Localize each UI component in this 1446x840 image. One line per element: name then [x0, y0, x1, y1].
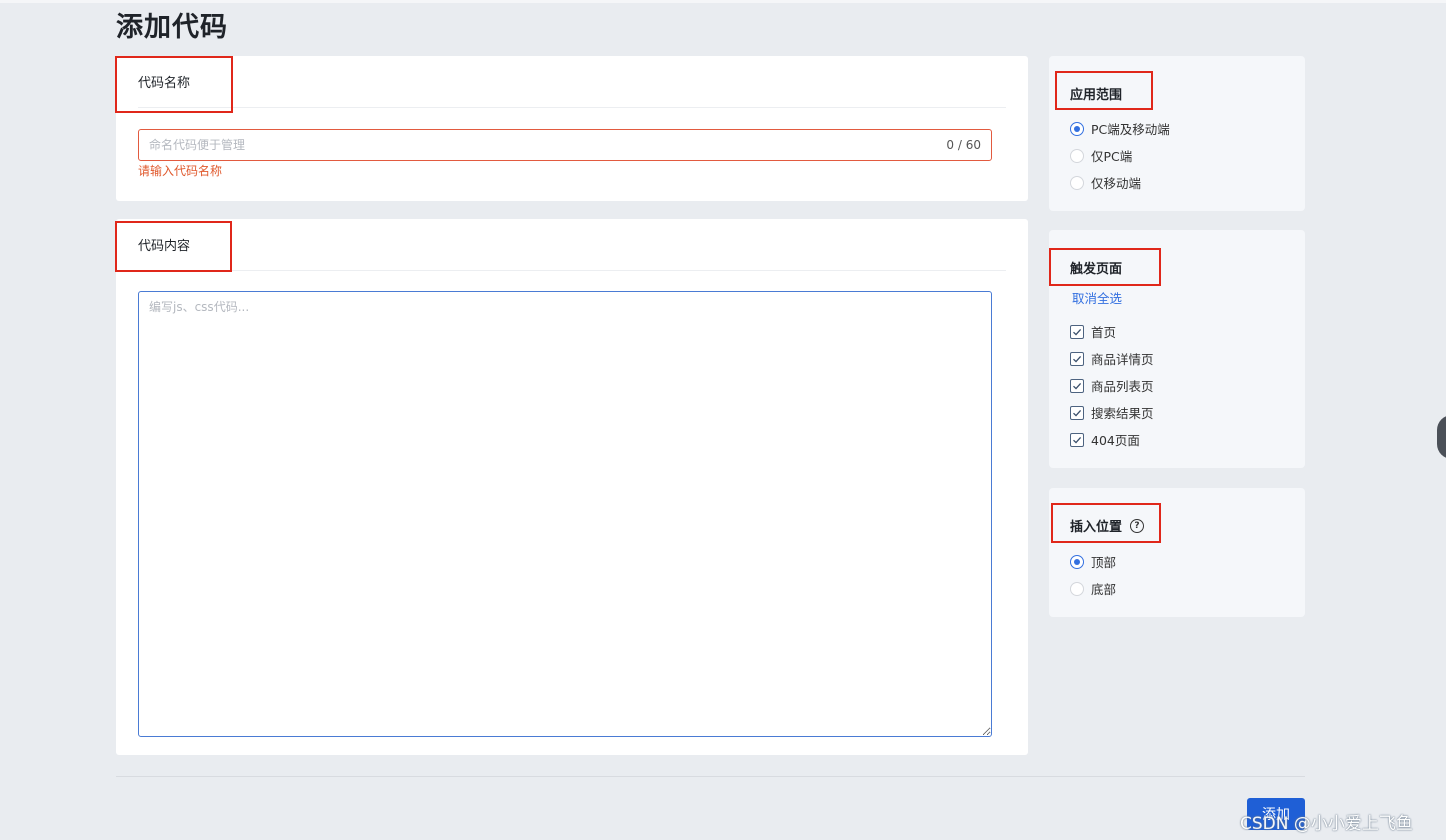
scope-title: 应用范围	[1070, 88, 1123, 103]
footer-divider	[116, 776, 1305, 777]
trigger-panel: 触发页面 取消全选 首页 商品详情页 商品列表页 搜索结果页 404页面	[1049, 230, 1305, 468]
position-title: 插入位置 ?	[1070, 516, 1145, 535]
trigger-page-search[interactable]: 搜索结果页	[1070, 403, 1154, 422]
code-name-card: 代码名称 0 / 60 请输入代码名称	[116, 56, 1028, 201]
code-content-header: 代码内容	[138, 219, 1006, 271]
position-option-bottom[interactable]: 底部	[1070, 579, 1116, 598]
position-option-top[interactable]: 顶部	[1070, 552, 1116, 571]
position-panel: 插入位置 ? 顶部 底部	[1049, 488, 1305, 617]
trigger-title: 触发页面	[1070, 262, 1123, 277]
scope-option-mobile[interactable]: 仅移动端	[1070, 173, 1141, 192]
radio-icon[interactable]	[1070, 148, 1084, 163]
code-name-error: 请输入代码名称	[138, 164, 223, 178]
checkbox-checked-icon[interactable]	[1070, 324, 1084, 339]
scope-option-all[interactable]: PC端及移动端	[1070, 119, 1170, 138]
checkbox-checked-icon[interactable]	[1070, 351, 1084, 366]
code-name-input[interactable]	[139, 130, 947, 160]
page-title: 添加代码	[116, 12, 228, 43]
trigger-page-label: 商品详情页	[1091, 352, 1154, 367]
code-name-header: 代码名称	[138, 56, 1006, 108]
code-content-label: 代码内容	[138, 239, 191, 254]
trigger-page-label: 商品列表页	[1091, 379, 1154, 394]
scope-option-label: PC端及移动端	[1091, 122, 1170, 137]
checkbox-checked-icon[interactable]	[1070, 378, 1084, 393]
code-content-card: 代码内容	[116, 219, 1028, 755]
trigger-page-list[interactable]: 商品列表页	[1070, 376, 1154, 395]
position-option-label: 顶部	[1091, 555, 1117, 570]
radio-selected-icon[interactable]	[1070, 121, 1084, 136]
deselect-all-link[interactable]: 取消全选	[1072, 288, 1122, 307]
scope-panel: 应用范围 PC端及移动端 仅PC端 仅移动端	[1049, 56, 1305, 211]
code-name-field: 0 / 60	[138, 129, 992, 161]
scope-option-label: 仅移动端	[1091, 176, 1142, 191]
trigger-page-label: 搜索结果页	[1091, 406, 1154, 421]
code-name-label: 代码名称	[138, 76, 191, 91]
radio-selected-icon[interactable]	[1070, 554, 1084, 569]
position-title-label: 插入位置	[1070, 520, 1123, 535]
code-content-textarea[interactable]	[138, 291, 992, 737]
help-icon[interactable]: ?	[1130, 518, 1145, 533]
radio-icon[interactable]	[1070, 175, 1084, 190]
watermark: CSDN @小小爱上飞鱼	[1240, 814, 1413, 834]
char-counter: 0 / 60	[946, 138, 981, 152]
trigger-page-404[interactable]: 404页面	[1070, 430, 1140, 449]
trigger-page-detail[interactable]: 商品详情页	[1070, 349, 1154, 368]
radio-icon[interactable]	[1070, 581, 1084, 596]
checkbox-checked-icon[interactable]	[1070, 405, 1084, 420]
checkbox-checked-icon[interactable]	[1070, 432, 1084, 447]
trigger-page-label: 首页	[1091, 325, 1117, 340]
position-option-label: 底部	[1091, 582, 1117, 597]
floating-side-widget[interactable]	[1437, 415, 1446, 459]
trigger-page-label: 404页面	[1091, 433, 1140, 448]
scope-option-pc[interactable]: 仅PC端	[1070, 146, 1132, 165]
trigger-page-home[interactable]: 首页	[1070, 322, 1116, 341]
scope-option-label: 仅PC端	[1091, 149, 1133, 164]
